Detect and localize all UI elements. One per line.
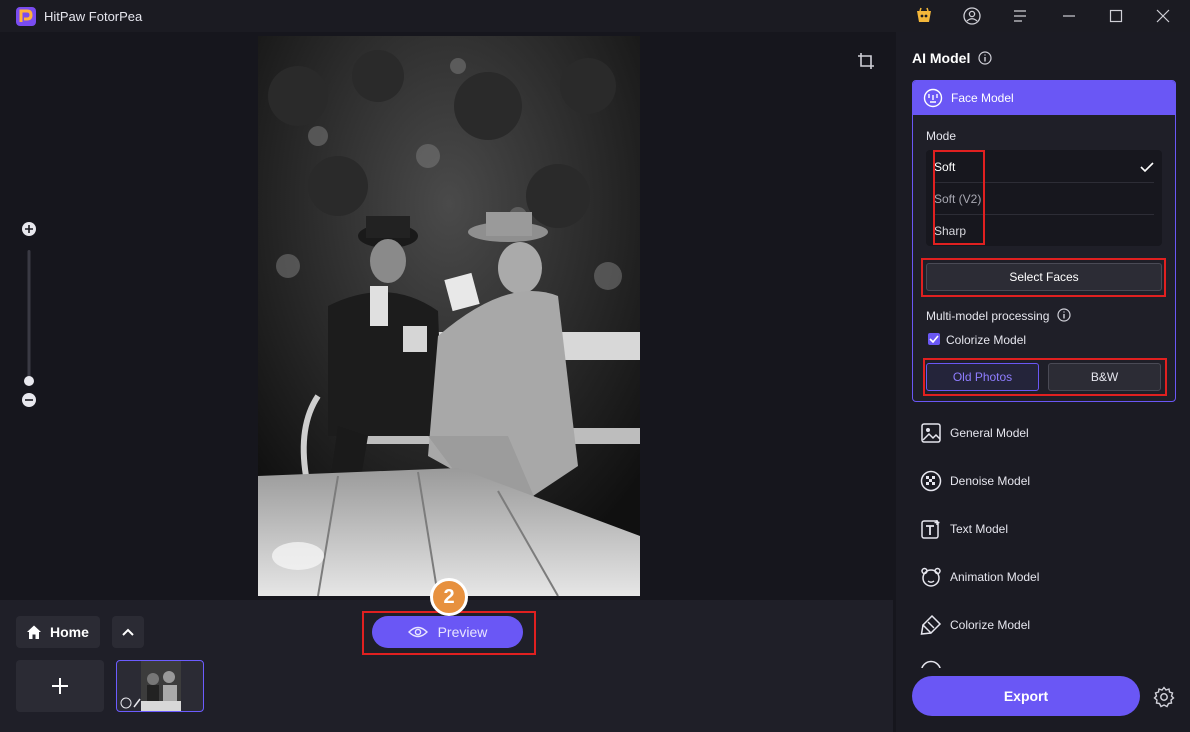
- denoise-icon: [920, 470, 942, 492]
- plus-icon: [52, 678, 68, 694]
- collapse-toggle-button[interactable]: [112, 616, 144, 648]
- panel-title: AI Model: [912, 50, 971, 66]
- preview-label: Preview: [437, 624, 488, 640]
- face-model-icon: [923, 88, 943, 108]
- old-photo-image: [258, 36, 640, 596]
- checkmark-icon: [929, 335, 939, 343]
- old-photos-option[interactable]: Old Photos: [926, 363, 1039, 391]
- model-label: Animation Model: [950, 570, 1040, 584]
- face-model-header[interactable]: Face Model: [913, 81, 1175, 115]
- menu-icon[interactable]: [1010, 6, 1030, 26]
- home-label: Home: [50, 624, 89, 640]
- colorize-badge-icon: [133, 698, 141, 708]
- info-icon[interactable]: [978, 51, 992, 65]
- text-icon: [921, 520, 940, 539]
- app-title: HitPaw FotorPea: [44, 9, 143, 24]
- minimize-icon[interactable]: [1059, 6, 1079, 26]
- maximize-icon[interactable]: [1106, 6, 1126, 26]
- add-image-button[interactable]: [16, 660, 104, 712]
- model-general[interactable]: General Model: [920, 419, 1170, 447]
- image-icon: [921, 423, 941, 443]
- chevron-up-icon: [122, 628, 134, 636]
- mode-option-soft[interactable]: Soft: [934, 151, 1154, 183]
- colorize-checkbox[interactable]: [928, 333, 940, 345]
- multi-model-label: Multi-model processing: [926, 309, 1050, 323]
- export-button[interactable]: Export: [912, 676, 1140, 716]
- step-badge: 2: [430, 578, 468, 616]
- zoom-out-icon[interactable]: [22, 393, 36, 407]
- mode-option-label: Sharp: [934, 224, 967, 238]
- image-thumbnail[interactable]: [116, 660, 204, 712]
- home-button[interactable]: Home: [16, 616, 100, 648]
- zoom-handle[interactable]: [24, 376, 34, 386]
- photo-preview: [258, 36, 640, 596]
- model-label: Colorize Model: [950, 618, 1031, 632]
- mode-option-sharp[interactable]: Sharp: [934, 215, 1154, 247]
- colorize-checkbox-label: Colorize Model: [946, 333, 1027, 347]
- mode-label: Mode: [926, 129, 957, 143]
- zoom-in-icon[interactable]: [22, 222, 36, 236]
- model-label: Denoise Model: [950, 474, 1031, 488]
- eye-icon: [407, 626, 428, 638]
- model-list-scroll-hint: [920, 660, 942, 668]
- face-model-label: Face Model: [951, 91, 1014, 105]
- gear-icon[interactable]: [1153, 686, 1175, 708]
- mode-option-soft-v2[interactable]: Soft (V2): [934, 183, 1154, 215]
- model-label: General Model: [950, 426, 1029, 440]
- mode-list: Soft Soft (V2) Sharp: [926, 150, 1162, 246]
- crop-icon[interactable]: [857, 52, 875, 70]
- home-icon: [27, 625, 41, 639]
- mode-option-label: Soft (V2): [934, 192, 982, 206]
- mode-option-label: Soft: [934, 160, 956, 174]
- info-icon[interactable]: [1057, 308, 1071, 322]
- colorize-icon: [920, 614, 942, 635]
- bw-option[interactable]: B&W: [1048, 363, 1161, 391]
- animation-icon: [921, 567, 941, 587]
- checkmark-icon: [1140, 162, 1154, 173]
- model-animation[interactable]: Animation Model: [920, 563, 1170, 591]
- face-model-badge-icon: [120, 697, 132, 709]
- model-text[interactable]: Text Model: [920, 515, 1170, 543]
- select-faces-button[interactable]: Select Faces: [926, 263, 1162, 291]
- zoom-slider[interactable]: [20, 220, 38, 410]
- model-denoise[interactable]: Denoise Model: [920, 467, 1170, 495]
- store-icon[interactable]: [914, 6, 934, 26]
- account-icon[interactable]: [962, 6, 982, 26]
- model-label: Text Model: [950, 522, 1009, 536]
- title-bar: HitPaw FotorPea: [0, 0, 1190, 32]
- app-logo-icon: [16, 7, 36, 26]
- model-colorize[interactable]: Colorize Model: [920, 611, 1170, 639]
- preview-button[interactable]: Preview: [372, 616, 523, 648]
- close-icon[interactable]: [1153, 6, 1173, 26]
